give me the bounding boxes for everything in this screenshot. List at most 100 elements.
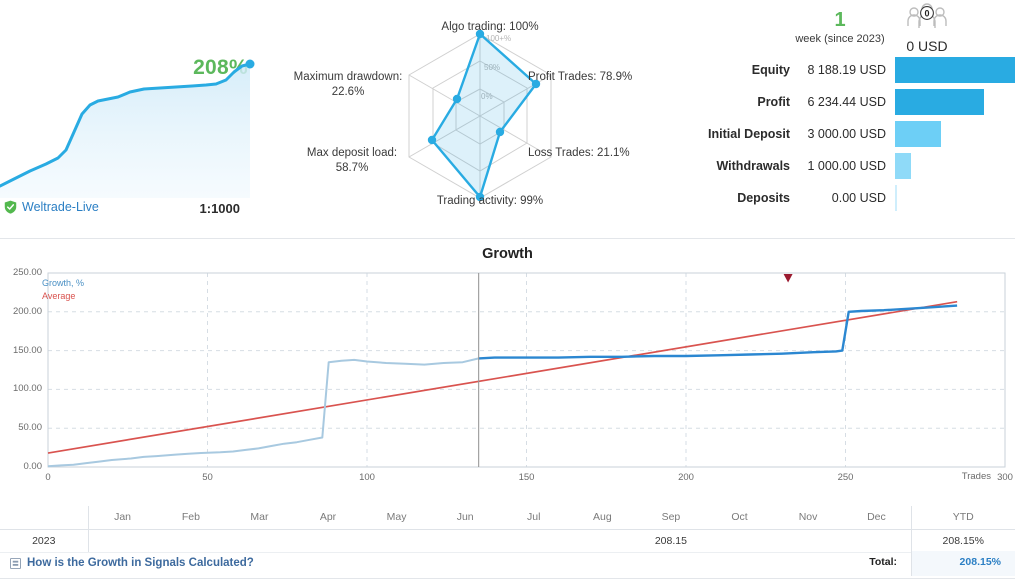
radar-label-max-deposit-load-line1: Max deposit load: [306,147,398,159]
monthly-table-header: May [362,506,431,530]
leverage-value: 1:1000 [199,201,240,216]
growth-chart-title: Growth [482,246,533,262]
growth-chart-plot[interactable]: Growth, % Average 0.00 50.00 100.00 150.00 2… [0,267,1015,507]
monthly-table-header: Nov [773,506,843,530]
stat-bar [895,57,1015,83]
radar-label-maximum-drawdown-line2: 22.6% [331,86,365,98]
table-cell-year: 2023 [0,529,89,553]
growth-help-link[interactable]: How is the Growth in Signals Calculated? [10,557,254,569]
table-cell-month [842,529,911,553]
legend-item-growth: Growth, % [42,278,85,288]
growth-sparkline-panel[interactable]: 208% Weltrade-Live 1:1000 [0,0,266,232]
footer-divider [0,578,1015,585]
stat-bar [895,153,912,179]
radar-label-maximum-drawdown: Maximum drawdown: 22.6% [288,70,408,100]
monthly-table-header: Aug [568,506,637,530]
growth-y-tick: 250.00 [12,267,42,278]
broker-name: Weltrade-Live [22,200,99,214]
growth-y-tick: 0.00 [23,461,43,472]
monthly-table-header: YTD [910,506,1015,530]
info-box-icon [10,557,21,569]
growth-x-tick: 250 [837,472,854,483]
broker-badge[interactable]: Weltrade-Live [4,200,99,214]
stat-label: Equity [751,63,790,77]
total-value: 208.15% [959,556,1001,568]
growth-x-tick: 100 [359,472,375,483]
monthly-table-header [0,506,89,530]
monthly-table-header: Apr [293,506,363,530]
statistics-radar-panel: 100+% 50% 0% Algo trading: 100% Profit T… [280,0,680,232]
radar-label-max-deposit-load: Max deposit load: 58.7% [298,146,406,176]
growth-chart-x-axis-unit: Trades [961,471,991,482]
growth-y-tick: 200.00 [12,305,42,317]
growth-chart-panel: Growth Growth, % Average 0.00 50.00 100.00… [0,238,1015,506]
stat-row: Profit 6 234.44 USD [690,89,1015,126]
radar-data-polygon [430,31,538,200]
growth-x-tick: 0 [45,472,51,483]
shield-check-icon [4,200,17,214]
table-cell-ytd: 208.15% [910,529,1015,553]
radar-label-loss-trades: Loss Trades: 21.1% [528,147,630,159]
signal-summary-page: 208% Weltrade-Live 1:1000 100+% 50% 0% A… [0,0,1015,585]
top-summary-row: 208% Weltrade-Live 1:1000 100+% 50% 0% A… [0,0,1015,232]
stat-value: 3 000.00 USD [807,127,886,141]
subscribers-block: 0 0 USD [882,2,972,54]
monthly-table-header: Mar [225,506,294,530]
stat-label: Initial Deposit [708,127,790,141]
monthly-table-header: Feb [156,506,226,530]
radar-label-max-deposit-load-line2: 58.7% [335,162,369,174]
monthly-growth-table: Jan Feb Mar Apr May Jun Jul Aug Sep Oct Nov Dec YTD … [0,506,1015,553]
table-cell-month [362,529,431,553]
broker-row: Weltrade-Live 1:1000 [0,200,266,222]
monthly-table-header: Oct [705,506,774,530]
sparkline-end-dot [245,59,255,69]
stat-value: 1 000.00 USD [807,159,886,173]
table-cell-month [225,529,294,553]
stat-row: Deposits 0.00 USD [690,185,1015,222]
monthly-table-header: Jan [88,506,157,530]
stat-bar [895,185,898,211]
red-triangle-marker [783,274,793,283]
radar-label-trading-activity: Trading activity: 99% [436,195,544,207]
subscribers-value: 0 USD [906,38,948,54]
account-stats-panel: 1 week (since 2023) 0 0 USD Equity 8 188… [690,0,1015,232]
monthly-table-header: Sep [636,506,706,530]
table-cell-month [156,529,226,553]
growth-y-tick: 150.00 [12,344,42,356]
monthly-table-header: Jul [499,506,569,530]
stat-value: 6 234.44 USD [807,95,886,109]
table-cell-month [705,529,774,553]
total-label: Total: [869,556,897,568]
growth-x-tick: 150 [518,472,535,483]
growth-x-tick: 50 [202,472,213,483]
growth-help-link-text: How is the Growth in Signals Calculated? [27,557,254,569]
monthly-table-header: Dec [842,506,911,530]
stat-bar [895,121,941,147]
radar-label-maximum-drawdown-line1: Maximum drawdown: [293,71,403,83]
table-row: 2023 208.15 208.15% [0,529,1015,553]
stat-value: 8 188.19 USD [807,63,886,77]
radar-label-profit-trades: Profit Trades: 78.9% [528,71,633,83]
monthly-table-body: 2023 208.15 208.15% [0,529,1015,553]
growth-chart-legend: Growth, % Average [42,277,84,302]
stat-value: 0.00 USD [831,191,886,205]
growth-y-tick: 100.00 [12,383,42,395]
stat-row: Initial Deposit 3 000.00 USD [690,121,1015,158]
growth-chart-svg [47,272,1006,468]
table-cell-month [430,529,500,553]
table-cell-month [568,529,637,553]
stat-label: Withdrawals [716,159,790,173]
table-cell-month [499,529,569,553]
growth-y-tick: 50.00 [18,422,42,434]
stat-label: Deposits [737,191,790,205]
table-cell-month [773,529,843,553]
growth-x-tick: 200 [678,472,694,483]
monthly-table-header: Jun [430,506,500,530]
table-cell-month: 208.15 [636,529,706,553]
table-cell-month [293,529,363,553]
stat-row: Withdrawals 1 000.00 USD [690,153,1015,190]
subscribers-badge-count: 0 [924,9,929,19]
stat-bar [895,89,985,115]
stat-label: Profit [757,95,790,109]
monthly-table-header-row: Jan Feb Mar Apr May Jun Jul Aug Sep Oct Nov Dec YTD [0,506,1015,530]
